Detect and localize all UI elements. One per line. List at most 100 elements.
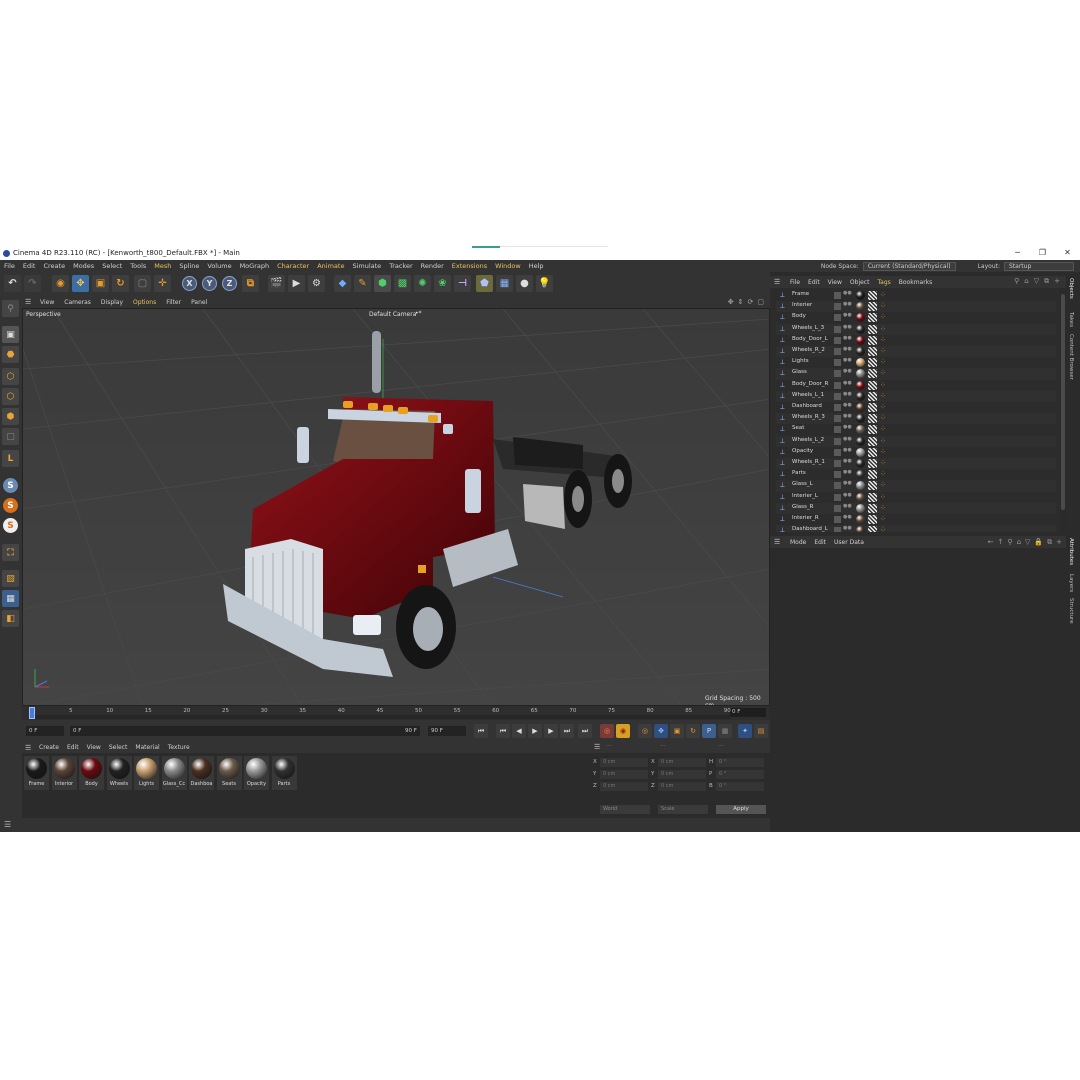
material-tag-icon[interactable]	[856, 324, 865, 334]
tab-structure[interactable]: Structure	[1068, 598, 1074, 624]
material-tag-icon[interactable]	[856, 447, 865, 457]
editor-render-dots-icon[interactable]: ●●	[843, 403, 852, 411]
visibility-checkbox[interactable]	[834, 527, 841, 532]
snap-toggle-button[interactable]: S	[3, 478, 18, 493]
viewport-menu-view[interactable]: View	[35, 299, 59, 306]
size-x-field[interactable]: 0 cm	[658, 758, 706, 767]
size-z-field[interactable]: 0 cm	[658, 782, 706, 791]
floor-icon[interactable]: ▦	[496, 275, 513, 292]
pos-x-field[interactable]: 0 cm	[600, 758, 648, 767]
selection-tag-icon[interactable]: ⁘	[880, 482, 886, 489]
editor-render-dots-icon[interactable]: ●●	[843, 324, 852, 333]
menu-edit[interactable]: Edit	[19, 262, 40, 270]
solo-icon[interactable]: ◧	[2, 610, 19, 627]
uvw-tag-icon[interactable]	[868, 459, 877, 468]
visibility-checkbox[interactable]	[834, 370, 841, 378]
material-tag-icon[interactable]	[856, 391, 865, 401]
preview-range-slider[interactable]: 0 F	[70, 726, 420, 736]
visibility-checkbox[interactable]	[834, 426, 841, 434]
current-frame-input[interactable]: 0 F	[730, 708, 766, 717]
object-name[interactable]: Seat	[792, 425, 836, 431]
object-name[interactable]: Lights	[792, 358, 836, 364]
object-name[interactable]: Wheels_L_1	[792, 392, 836, 398]
menu-tools[interactable]: Tools	[126, 262, 150, 270]
material-swatch[interactable]: Wheels	[106, 756, 132, 790]
locked-workplane-icon[interactable]: ⛶	[2, 544, 19, 561]
coordinate-system-icon[interactable]: ⧉	[242, 275, 259, 292]
visibility-checkbox[interactable]	[834, 448, 841, 456]
object-name[interactable]: Interier_R	[792, 515, 836, 521]
menu-extensions[interactable]: Extensions	[448, 262, 491, 270]
material-tag-icon[interactable]	[856, 313, 865, 323]
material-tag-icon[interactable]	[856, 302, 865, 312]
object-name[interactable]: Wheels_L_3	[792, 325, 836, 331]
render-settings-icon[interactable]: ⚙	[308, 275, 325, 292]
object-list-scroll-thumb[interactable]	[1061, 294, 1065, 510]
object-row[interactable]: ⟂ Dashboard ●● ⁘	[776, 402, 1056, 413]
material-tag-icon[interactable]	[856, 335, 865, 345]
go-to-prev-key-icon[interactable]: ⏮	[496, 724, 510, 738]
material-swatch[interactable]: Seats	[216, 756, 242, 790]
home-icon[interactable]: ⌂	[1017, 538, 1021, 546]
object-row[interactable]: ⟂ Wheels_R_3 ●● ⁘	[776, 413, 1056, 425]
material-tag-icon[interactable]	[856, 291, 865, 300]
visibility-checkbox[interactable]	[834, 348, 841, 355]
menu-spline[interactable]: Spline	[175, 262, 203, 270]
selection-tag-icon[interactable]: ⁘	[880, 314, 886, 321]
menu-help[interactable]: Help	[525, 262, 548, 270]
selection-tag-icon[interactable]: ⁘	[880, 336, 886, 344]
go-to-next-key-icon[interactable]: ⏭	[560, 724, 574, 738]
uv-mode-icon[interactable]: ▢	[2, 428, 19, 445]
selection-tag-icon[interactable]: ⁘	[880, 392, 886, 400]
viewport-camera-name[interactable]: Default Camera	[369, 311, 416, 318]
attribute-menu-edit[interactable]: Edit	[810, 539, 830, 546]
uvw-tag-icon[interactable]	[868, 414, 877, 424]
material-tag-icon[interactable]	[856, 515, 865, 524]
playhead[interactable]	[29, 707, 35, 719]
grid-icon[interactable]: ▦	[2, 590, 19, 607]
object-row[interactable]: ⟂ Glass_L ●● ⁘	[776, 480, 1056, 492]
selection-tag-icon[interactable]: ⁘	[880, 493, 886, 501]
tab-content-browser[interactable]: Content Browser	[1068, 334, 1074, 380]
z-axis-button[interactable]: Z	[222, 276, 237, 291]
object-row[interactable]: ⟂ Body ●● ⁘	[776, 312, 1056, 323]
material-menu-select[interactable]: Select	[105, 744, 132, 751]
attribute-menu-user-data[interactable]: User Data	[830, 539, 868, 546]
object-name[interactable]: Parts	[792, 470, 836, 476]
uvw-tag-icon[interactable]	[868, 425, 877, 435]
selection-tag-icon[interactable]: ⁘	[880, 303, 886, 310]
object-row[interactable]: ⟂ Wheels_L_2 ●● ⁘	[776, 435, 1056, 447]
material-menu-edit[interactable]: Edit	[63, 744, 83, 751]
visibility-checkbox[interactable]	[834, 493, 841, 501]
autokey-icon[interactable]: ◉	[616, 724, 630, 738]
menu-tracker[interactable]: Tracker	[385, 262, 416, 270]
menu-window[interactable]: Window	[491, 262, 525, 270]
uvw-tag-icon[interactable]	[868, 447, 877, 457]
minimize-button[interactable]: ─	[1005, 246, 1030, 260]
editor-render-dots-icon[interactable]: ●●	[843, 302, 852, 310]
tab-layers[interactable]: Layers	[1068, 574, 1074, 592]
undo-icon[interactable]: ↶	[4, 275, 21, 292]
attribute-menu-icon[interactable]: ☰	[774, 538, 786, 546]
material-swatch[interactable]: Opacity	[244, 756, 269, 790]
uvw-tag-icon[interactable]	[868, 436, 877, 446]
selection-tag-icon[interactable]: ⁘	[880, 325, 886, 333]
polygons-mode-icon[interactable]: ⬢	[2, 408, 19, 425]
menu-create[interactable]: Create	[39, 262, 69, 270]
visibility-checkbox[interactable]	[834, 314, 841, 322]
uvw-tag-icon[interactable]	[868, 324, 877, 334]
uvw-tag-icon[interactable]	[868, 335, 877, 345]
selection-tag-icon[interactable]: ⁘	[880, 370, 886, 377]
editor-render-dots-icon[interactable]: ●●	[843, 391, 852, 400]
status-menu-icon[interactable]: ☰	[4, 820, 11, 829]
coordinate-menu-icon[interactable]: ☰	[594, 743, 600, 751]
move-icon[interactable]: ✥	[72, 275, 89, 292]
menu-volume[interactable]: Volume	[203, 262, 235, 270]
material-tag-icon[interactable]	[856, 492, 865, 502]
scale-icon[interactable]: ▣	[92, 275, 109, 292]
record-keys-icon[interactable]: ◎	[600, 724, 614, 738]
material-tag-icon[interactable]	[856, 470, 865, 480]
tab-attributes[interactable]: Attributes	[1068, 538, 1074, 565]
object-name[interactable]: Body_Door_L	[792, 336, 836, 342]
pen-icon[interactable]: ✎	[354, 275, 371, 292]
